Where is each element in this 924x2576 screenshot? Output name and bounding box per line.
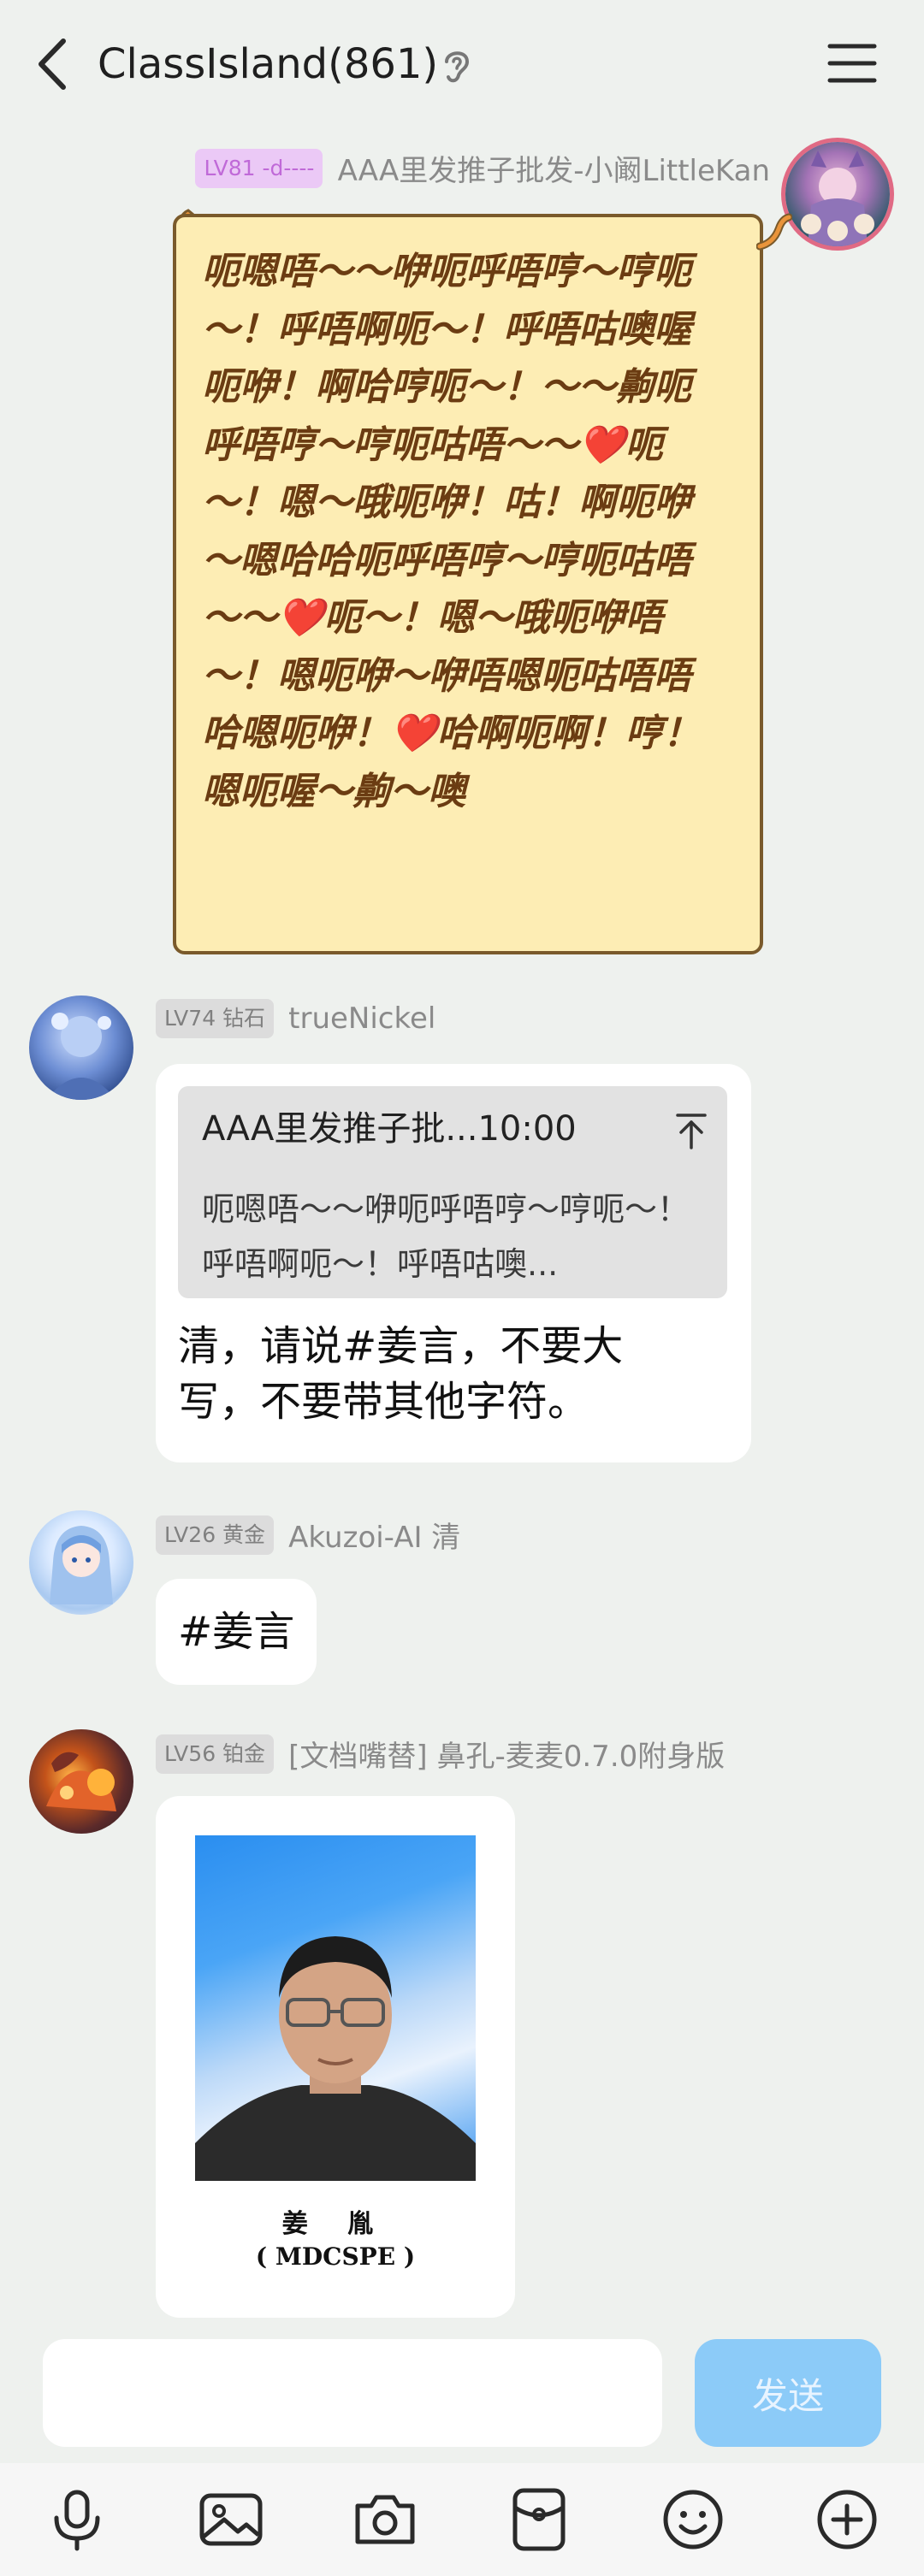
message-meta: LV26 黄金 Akuzoi-AI 清 [156,1514,460,1556]
photo-image[interactable] [195,1835,476,2181]
message-bubble[interactable]: AAA里发推子批...10:00 呃嗯唔～～咿呃呼唔哼～哼呃～！呼唔啊呃～！呼唔… [156,1064,751,1462]
plus-icon[interactable] [813,2485,881,2554]
ear-icon[interactable] [436,44,477,87]
avatar[interactable] [29,1510,133,1615]
decorated-message-bubble[interactable]: 呃嗯唔～～咿呃呼唔哼～哼呃～！呼唔啊呃～！呼唔咕噢喔呃咿！啊哈哼呃～！～～齁呃呼… [173,214,763,954]
level-badge: LV26 黄金 [156,1515,275,1555]
message-list[interactable]: LV81 -d---- AAA里发推子批发-小阚LittleKan 呃嗯唔～～咿… [0,128,924,2322]
message-meta: LV74 钻石 trueNickel [156,999,435,1038]
avatar[interactable] [785,142,890,246]
photo-caption: 姜 胤 ( MDCSPE ) [156,2208,515,2273]
image-message-bubble[interactable]: 姜 胤 ( MDCSPE ) [156,1796,515,2318]
chat-title[interactable]: ClassIsland(861) [98,34,438,94]
level-badge: LV74 钻石 [156,999,275,1038]
input-bar: 发送 [0,2322,924,2463]
level-badge: LV81 -d---- [195,148,323,188]
chat-header: ClassIsland(861) [0,0,924,128]
emoji-icon[interactable] [659,2485,727,2554]
microphone-icon[interactable] [43,2485,111,2554]
sender-name[interactable]: trueNickel [288,1001,435,1036]
avatar[interactable] [29,1729,133,1834]
message-meta: LV56 铂金 [文档嘴替] 鼻孔-麦麦0.7.0附身版 [156,1733,725,1775]
image-icon[interactable] [197,2485,265,2554]
quoted-reply[interactable]: AAA里发推子批...10:00 呃嗯唔～～咿呃呼唔哼～哼呃～！呼唔啊呃～！呼唔… [178,1086,727,1298]
message-text: 呃嗯唔～～咿呃呼唔哼～哼呃～！呼唔啊呃～！呼唔咕噢喔呃咿！啊哈哼呃～！～～齁呃呼… [202,250,701,813]
message-input[interactable] [43,2339,662,2447]
sender-name[interactable]: [文档嘴替] 鼻孔-麦麦0.7.0附身版 [288,1740,725,1774]
message-bubble[interactable]: #姜言 [156,1579,317,1685]
send-button[interactable]: 发送 [695,2339,881,2447]
back-arrow-icon[interactable] [24,34,84,94]
message-meta: LV81 -d---- AAA里发推子批发-小阚LittleKan [137,147,770,189]
jump-to-message-icon[interactable] [672,1110,710,1151]
red-packet-icon[interactable] [505,2485,573,2554]
camera-icon[interactable] [351,2485,419,2554]
avatar[interactable] [29,996,133,1100]
caption-subtitle: ( MDCSPE ) [255,2242,416,2271]
message-text: #姜言 [178,1608,295,1656]
sender-name[interactable]: AAA里发推子批发-小阚LittleKan [338,154,770,188]
caption-name: 姜 胤 [281,2209,389,2239]
level-badge: LV56 铂金 [156,1734,275,1774]
sender-name[interactable]: Akuzoi-AI 清 [288,1521,460,1555]
menu-icon[interactable] [825,38,880,89]
quote-sender: AAA里发推子批...10:00 [202,1109,577,1149]
message-text: 清，请说#姜言，不要大写，不要带其他字符。 [178,1322,624,1426]
bottom-toolbar [0,2463,924,2576]
cat-tail-decoration [755,212,793,251]
quote-text: 呃嗯唔～～咿呃呼唔哼～哼呃～！呼唔啊呃～！呼唔咕噢... [202,1191,690,1283]
